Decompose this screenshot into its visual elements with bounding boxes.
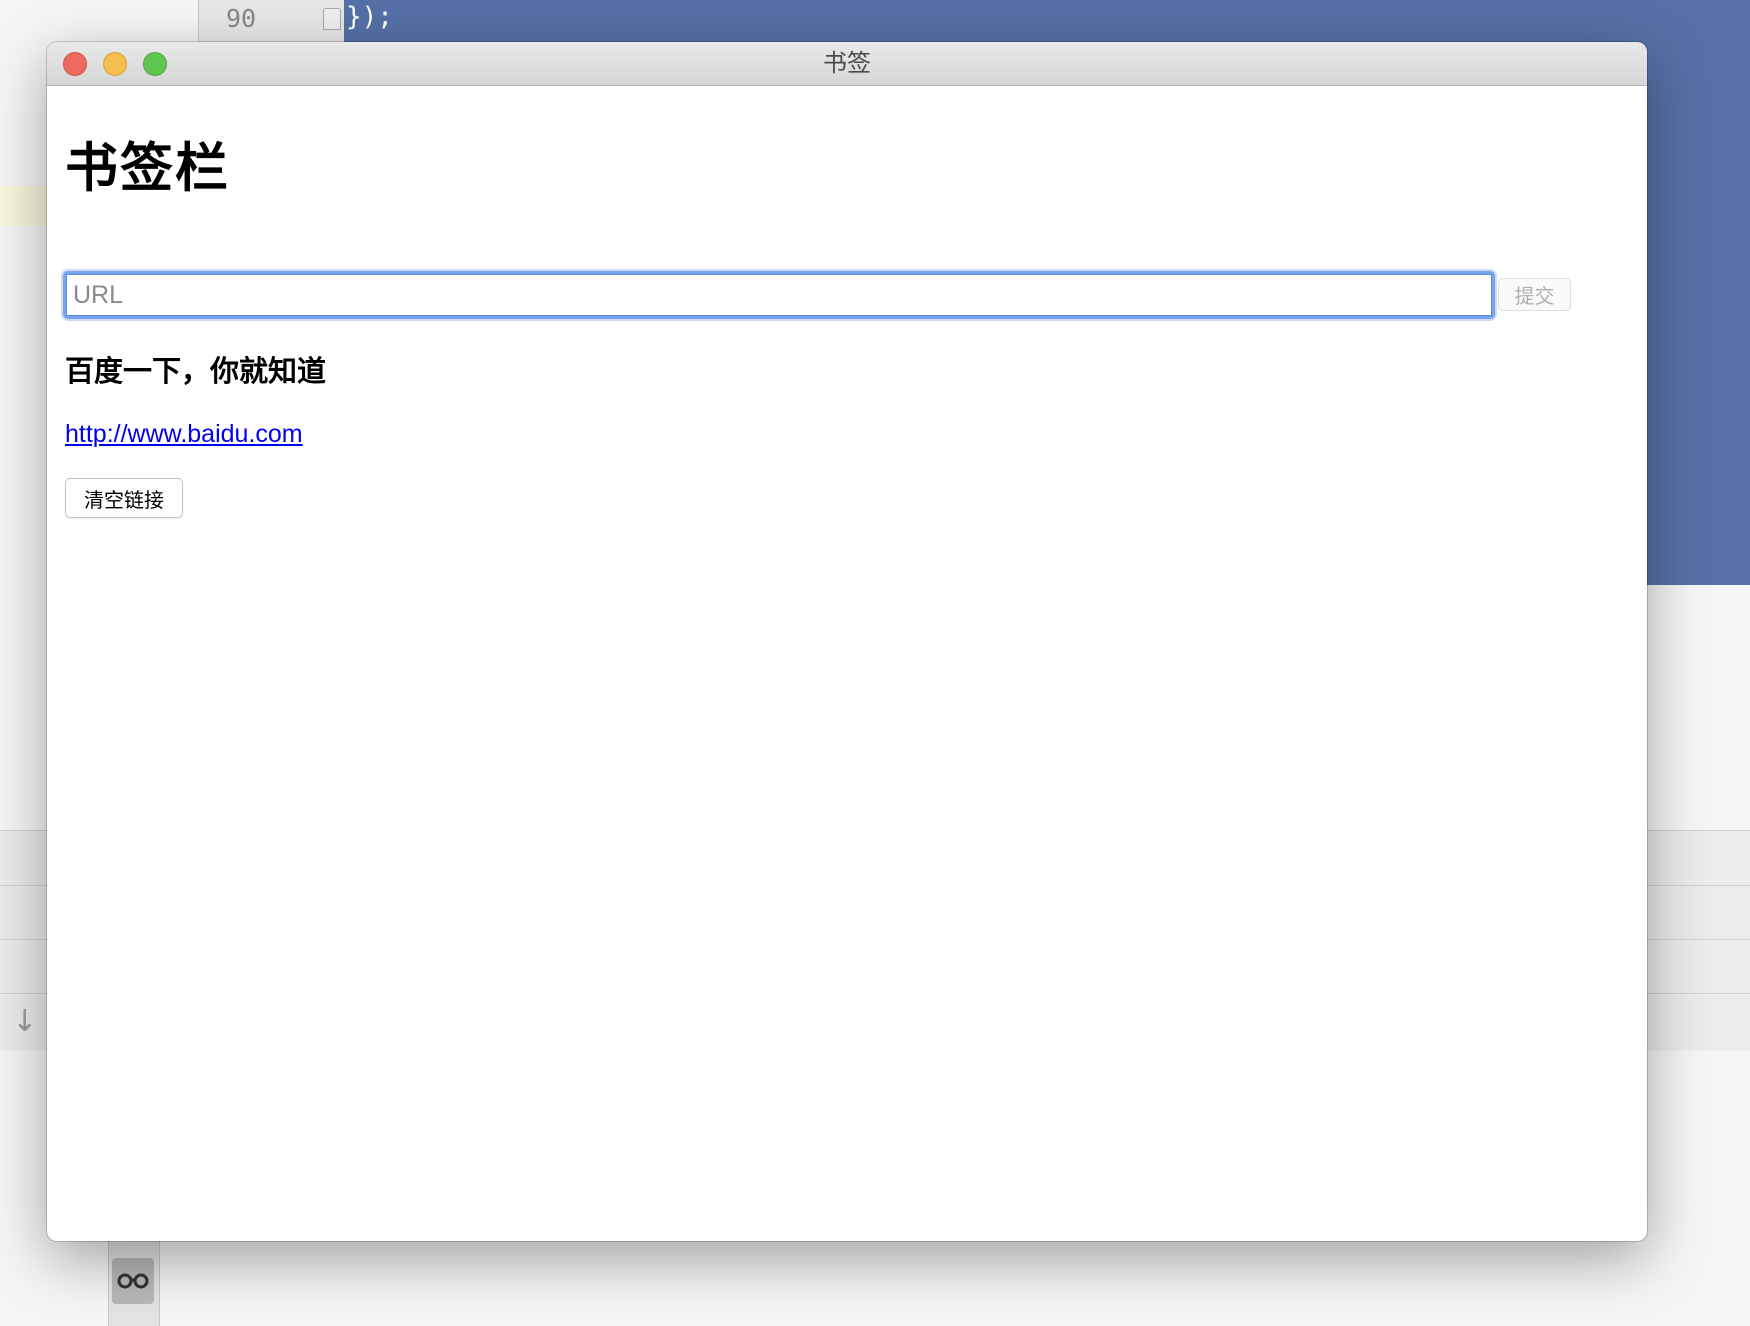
url-input[interactable]: [66, 274, 1492, 316]
page-title: 书签栏: [65, 138, 230, 199]
page-content: 书签栏 提交 百度一下，你就知道 http://www.baidu.com 清空…: [47, 86, 1647, 1241]
url-input-focus-ring: [63, 271, 1495, 319]
bookmark-link[interactable]: http://www.baidu.com: [65, 420, 303, 449]
minimize-button[interactable]: [103, 52, 127, 76]
close-button[interactable]: [63, 52, 87, 76]
bookmark-title: 百度一下，你就知道: [65, 354, 327, 388]
fold-marker-icon[interactable]: [323, 8, 341, 30]
title-bar[interactable]: 书签: [47, 42, 1647, 86]
glasses-icon-svg: [117, 1273, 149, 1289]
clear-links-button[interactable]: 清空链接: [65, 478, 183, 518]
bookmark-window: 书签 书签栏 提交 百度一下，你就知道 http://www.baidu.com…: [47, 42, 1647, 1241]
submit-button[interactable]: 提交: [1498, 278, 1571, 311]
window-title: 书签: [823, 49, 871, 77]
glasses-icon[interactable]: [112, 1258, 154, 1304]
current-line-highlight: [0, 186, 48, 226]
code-line: });: [346, 2, 393, 32]
line-number: 90: [226, 4, 257, 33]
arrow-down-icon[interactable]: ↓: [12, 1004, 37, 1039]
zoom-button[interactable]: [143, 52, 167, 76]
